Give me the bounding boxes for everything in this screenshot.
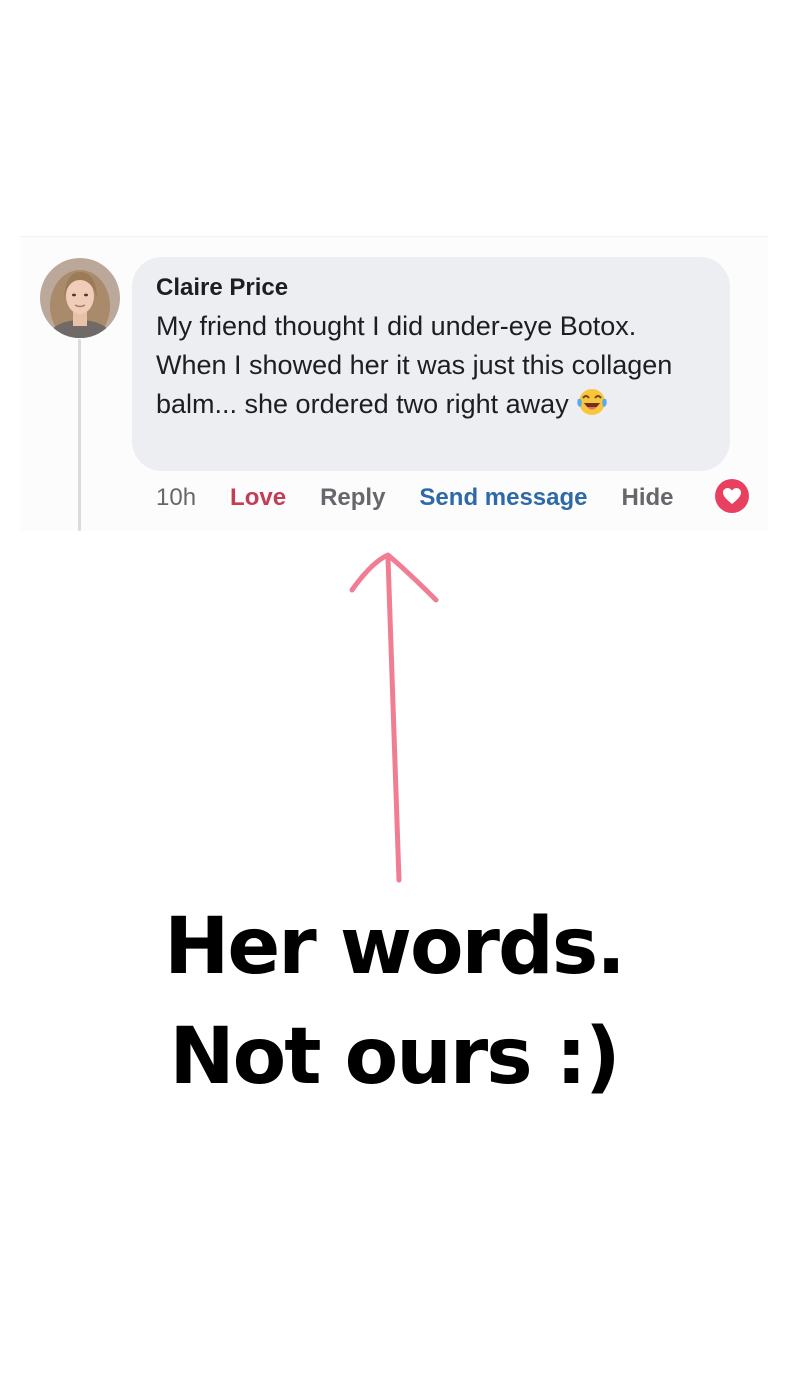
comment-bubble: Claire Price My friend thought I did und… [132, 257, 730, 471]
comment-actions: 10h Love Reply Send message Hide [156, 480, 674, 516]
comment-author[interactable]: Claire Price [156, 274, 288, 302]
caption-line-2: Not ours :) [169, 1012, 620, 1102]
caption-line-1: Her words. [164, 902, 626, 992]
comment-time: 10h [156, 484, 197, 511]
reply-button[interactable]: Reply [320, 484, 385, 512]
laughing-with-tears-emoji-icon [575, 385, 609, 428]
send-message-button[interactable]: Send message [419, 484, 587, 512]
comment-card: Claire Price My friend thought I did und… [20, 236, 768, 531]
thread-line [78, 339, 81, 531]
love-button[interactable]: Love [230, 484, 286, 512]
avatar[interactable] [40, 258, 120, 338]
hide-button[interactable]: Hide [622, 484, 674, 512]
comment-text: My friend thought I did under-eye Botox.… [156, 307, 712, 428]
heart-icon[interactable] [715, 479, 749, 513]
up-arrow-icon [349, 552, 439, 883]
